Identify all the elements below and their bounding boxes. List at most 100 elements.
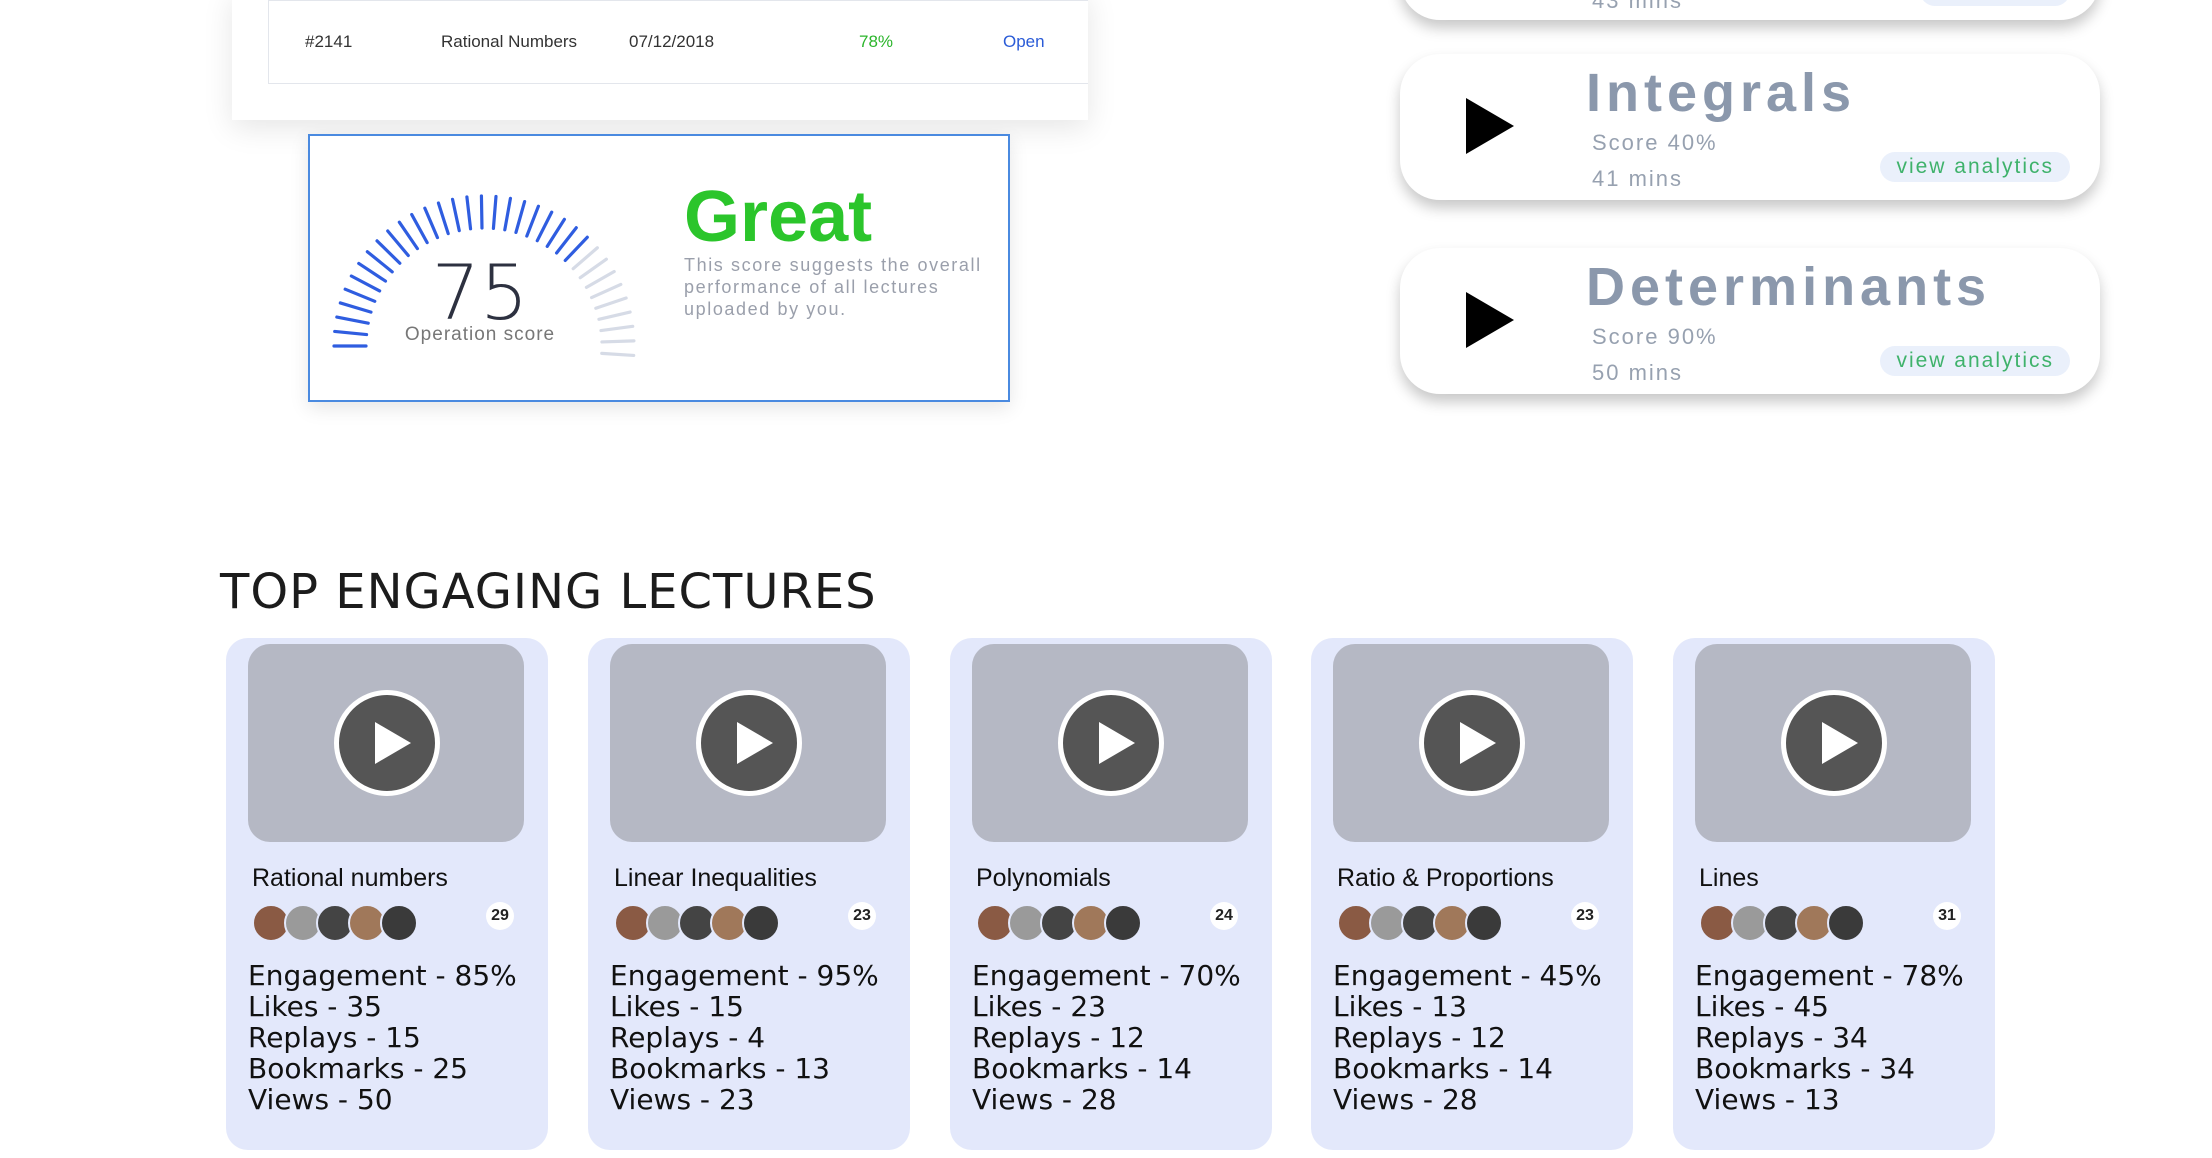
lecture-name: Ratio & Proportions [1337,864,1554,892]
play-button-icon[interactable] [1058,690,1164,796]
row-date: 07/12/2018 [629,32,715,51]
video-thumbnail[interactable] [610,644,886,842]
stat-replays: Replays - 4 [610,1021,766,1054]
avatar [742,904,780,942]
stat-views: Views - 28 [1333,1083,1478,1116]
video-thumbnail[interactable] [1695,644,1971,842]
stat-bookmarks: Bookmarks - 25 [248,1052,468,1085]
lecture-score: Score 90% [1592,324,1718,349]
row-open-link[interactable]: Open [1003,32,1045,52]
stat-engagement: Engagement - 78% [1695,959,1964,992]
gauge-tick [535,210,554,243]
stat-bookmarks: Bookmarks - 14 [972,1052,1192,1085]
gauge-tick [600,351,636,358]
stat-replays: Replays - 34 [1695,1021,1868,1054]
operation-score-card: 75 Operation score Great This score sugg… [308,134,1010,402]
lecture-duration: 41 mins [1592,166,1684,191]
lecture-name: Rational numbers [252,864,448,892]
gauge-tick [397,220,419,251]
stat-replays: Replays - 15 [248,1021,421,1054]
avatar [1827,904,1865,942]
lecture-score: Score 40% [1592,130,1718,155]
row-score: 78% [859,32,894,51]
lecture-engagement-card: Rational numbers 29 Engagement - 85% Likes … [226,638,548,1150]
score-rating: Great [684,177,873,257]
gauge-tick [410,212,429,245]
stat-bookmarks: Bookmarks - 14 [1333,1052,1553,1085]
gauge-tick [423,206,440,240]
section-heading: TOP ENGAGING LECTURES [220,563,877,620]
lecture-title: Determinants [1586,257,1992,317]
stat-likes: Likes - 35 [248,990,382,1023]
stat-engagement: Engagement - 45% [1333,959,1602,992]
avatar [1104,904,1142,942]
stat-views: Views - 28 [972,1083,1117,1116]
lecture-card-determinants: Determinants Score 90% 50 mins view anal… [1400,248,2100,394]
stat-engagement: Engagement - 85% [248,959,517,992]
operation-score-label: Operation score [404,324,556,345]
lecture-engagement-card: Polynomials 24 Engagement - 70% Likes - 23 R… [950,638,1272,1150]
stat-likes: Likes - 13 [1333,990,1467,1023]
play-button-icon[interactable] [1781,690,1887,796]
viewer-count-badge: 23 [848,902,876,930]
play-button-icon[interactable] [1419,690,1525,796]
video-thumbnail[interactable] [1333,644,1609,842]
viewer-count-badge: 23 [1571,902,1599,930]
lectures-table: #2141 Rational Numbers 07/12/2018 78% Op… [232,0,1088,120]
viewer-avatars [614,904,780,942]
stat-likes: Likes - 23 [972,990,1106,1023]
stat-replays: Replays - 12 [1333,1021,1506,1054]
stat-likes: Likes - 45 [1695,990,1829,1023]
lecture-card-integrals: Integrals Score 40% 41 mins view analyti… [1400,54,2100,200]
lecture-name: Linear Inequalities [614,864,817,892]
viewer-count-badge: 24 [1210,902,1238,930]
lecture-duration: 43 mins [1592,0,1684,13]
gauge-tick [491,194,498,230]
lecture-stats: Engagement - 95% Likes - 15 Replays - 4 Boo… [610,960,879,1115]
view-analytics-button[interactable]: view analytics [1880,152,2070,182]
stat-views: Views - 50 [248,1083,393,1116]
score-description: This score suggests the overall performa… [684,255,982,319]
stat-engagement: Engagement - 70% [972,959,1241,992]
table-row: #2141 Rational Numbers 07/12/2018 78% Op… [268,0,1088,84]
row-topic: Rational Numbers [441,32,578,51]
play-button-icon[interactable] [334,690,440,796]
play-icon[interactable] [1466,292,1514,348]
lecture-engagement-card: Linear Inequalities 23 Engagement - 95% Lik… [588,638,910,1150]
play-icon[interactable] [1466,98,1514,154]
stat-bookmarks: Bookmarks - 13 [610,1052,830,1085]
lecture-stats: Engagement - 70% Likes - 23 Replays - 12 Bo… [972,960,1241,1115]
viewer-avatars [252,904,418,942]
stat-bookmarks: Bookmarks - 34 [1695,1052,1915,1085]
gauge-tick [545,217,566,248]
lecture-stats: Engagement - 45% Likes - 13 Replays - 12 Bo… [1333,960,1602,1115]
gauge-tick [514,200,527,235]
gauge-tick [525,204,541,238]
lecture-engagement-card: Ratio & Proportions 23 Engagement - 45% Lik… [1311,638,1633,1150]
lecture-duration: 50 mins [1592,360,1684,385]
stat-replays: Replays - 12 [972,1021,1145,1054]
viewer-count-badge: 29 [486,902,514,930]
lecture-name: Polynomials [976,864,1111,892]
gauge-tick [479,194,484,230]
stat-views: Views - 13 [1695,1083,1840,1116]
viewer-avatars [1337,904,1503,942]
stat-engagement: Engagement - 95% [610,959,879,992]
gauge-tick [436,201,450,236]
gauge-tick [465,195,473,231]
video-thumbnail[interactable] [248,644,524,842]
play-button-icon[interactable] [696,690,802,796]
video-thumbnail[interactable] [972,644,1248,842]
viewer-avatars [1699,904,1865,942]
avatar [380,904,418,942]
view-analytics-button[interactable] [1920,0,2070,6]
lecture-stats: Engagement - 85% Likes - 35 Replays - 15 Bo… [248,960,517,1115]
row-id: #2141 [305,32,353,51]
viewer-avatars [976,904,1142,942]
lecture-name: Lines [1699,864,1759,892]
lecture-stats: Engagement - 78% Likes - 45 Replays - 34 Bo… [1695,960,1964,1115]
gauge-tick [503,196,513,232]
lecture-card: 43 mins [1400,0,2100,20]
view-analytics-button[interactable]: view analytics [1880,346,2070,376]
gauge-tick [450,197,461,233]
